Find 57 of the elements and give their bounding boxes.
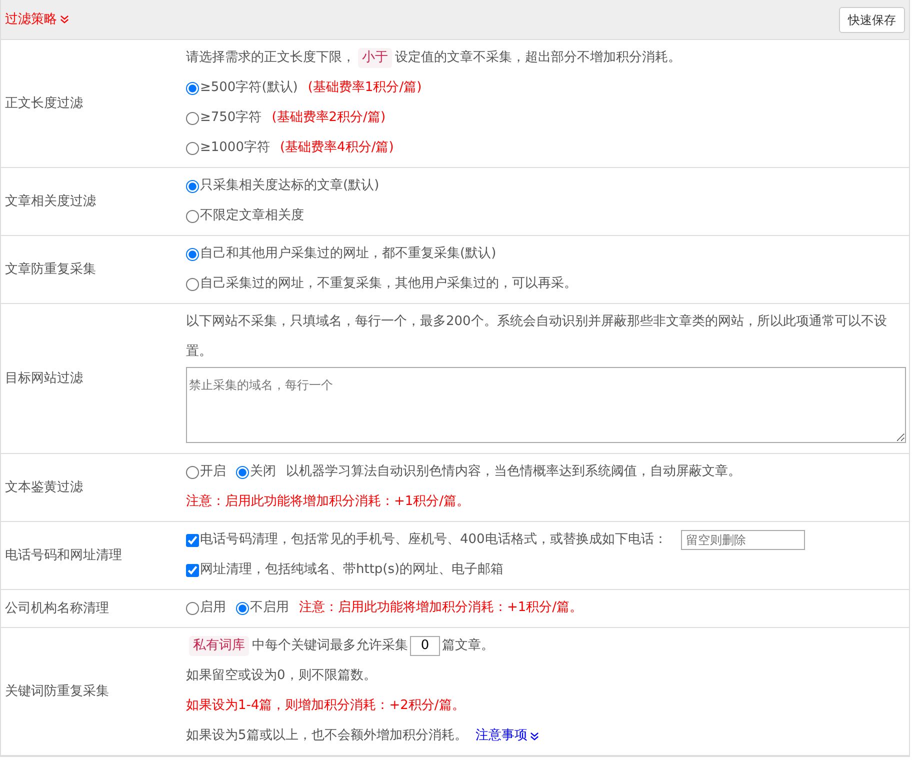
chevron-down-icon [60,15,69,24]
description-text: 如果设为5篇或以上，也不会额外增加积分消耗。 [186,727,468,745]
phone-input[interactable]: 留空则删除 [680,530,805,550]
description-text: 如果设为1-4篇，则增加积分消耗：+2积分/篇。 [186,697,465,715]
checkbox[interactable] [186,534,199,546]
option-label[interactable]: ≥750字符 [200,103,262,133]
radio-button[interactable] [236,602,249,614]
domain-textarea[interactable]: 禁止采集的域名，每行一个 [186,367,906,443]
description-text: 设定值的文章不采集，超出部分不增加积分消耗。 [395,49,681,67]
description-text: 注意：启用此功能将增加积分消耗：+1积分/篇。 [186,493,470,511]
option-label[interactable]: 不启用 [250,593,289,623]
radio-button[interactable] [186,82,199,94]
row-label: 文章相关度过滤 [4,192,97,211]
description-text: 注意：启用此功能将增加积分消耗：+1积分/篇。 [299,599,583,617]
option-label[interactable]: 电话号码清理，包括常见的手机号、座机号、400电话格式，或替换成如下电话： [200,525,667,555]
option-label[interactable]: 自己和其他用户采集过的网址，都不重复采集(默认) [200,239,496,269]
row-label: 公司机构名称清理 [4,600,110,618]
description-text: 如果留空或设为0，则不限篇数。 [186,667,376,685]
chevron-down-icon [530,732,540,740]
description-text: 篇文章。 [442,637,494,655]
option-label[interactable]: 网址清理，包括纯域名、带http(s)的网址、电子邮箱 [200,555,504,585]
radio-button[interactable] [186,112,199,124]
row-label: 关键词防重复采集 [4,682,110,701]
description-text: (基础费率2积分/篇) [272,109,386,127]
checkbox[interactable] [186,564,199,576]
row-label: 正文长度过滤 [4,94,84,113]
count-input[interactable]: 0 [410,636,440,656]
radio-button[interactable] [186,602,199,614]
row-label: 文本鉴黄过滤 [4,478,84,497]
code-tag: 小于 [358,48,392,68]
row-label: 电话号码和网址清理 [4,546,123,565]
option-label[interactable]: 只采集相关度达标的文章(默认) [200,171,380,201]
description-text: (基础费率1积分/篇) [308,79,422,97]
option-label[interactable]: 开启 [200,457,226,487]
description-text: 中每个关键词最多允许采集 [252,637,408,655]
save-button[interactable]: 快速保存 [839,6,905,32]
description-text: 以下网站不采集，只填域名，每行一个，最多200个。系统会自动识别并屏蔽那些非文章类的网站，所以此项通常可以不设置。 [186,313,888,361]
radio-button[interactable] [186,210,199,222]
radio-button[interactable] [186,248,199,260]
radio-button[interactable] [236,466,249,478]
row-label: 目标网站过滤 [4,370,84,388]
option-label[interactable]: 关闭 [250,457,276,487]
notes-link[interactable]: 注意事项 [475,721,528,751]
radio-button[interactable] [186,142,199,154]
option-label[interactable]: 不限定文章相关度 [200,201,304,231]
description-text: (基础费率4积分/篇) [280,139,394,157]
radio-button[interactable] [186,466,199,478]
description-text: 请选择需求的正文长度下限， [186,49,355,67]
radio-button[interactable] [186,180,199,192]
radio-button[interactable] [186,278,199,290]
description-text: 以机器学习算法自动识别色情内容，当色情概率达到系统阈值，自动屏蔽文章。 [286,463,741,481]
option-label[interactable]: ≥500字符(默认) [200,73,298,103]
option-label[interactable]: ≥1000字符 [200,133,270,163]
code-tag: 私有词库 [189,636,249,656]
option-label[interactable]: 启用 [200,593,226,623]
row-label: 文章防重复采集 [4,260,97,279]
option-label[interactable]: 自己采集过的网址，不重复采集，其他用户采集过的，可以再采。 [200,269,577,299]
